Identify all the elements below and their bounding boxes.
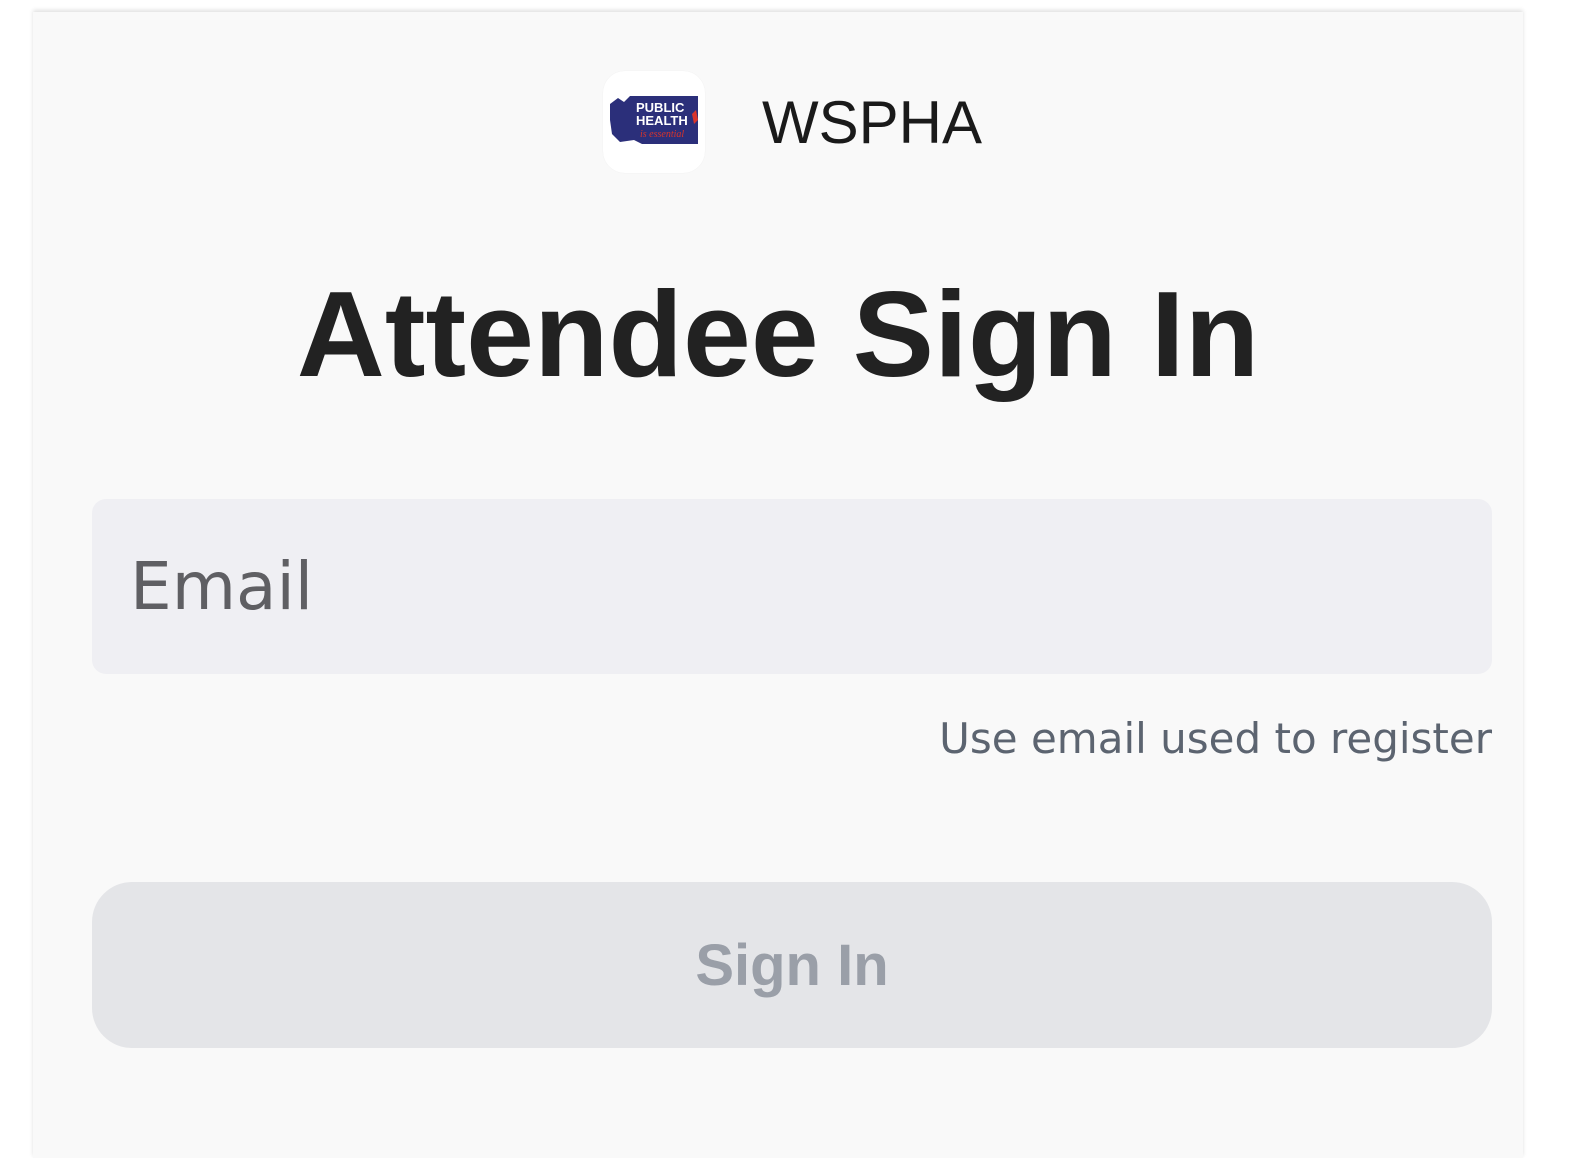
sign-in-panel: PUBLIC HEALTH is essential WSPHA Attende…: [33, 12, 1523, 1158]
svg-text:HEALTH: HEALTH: [636, 113, 688, 128]
washington-state-logo-icon: PUBLIC HEALTH is essential: [610, 96, 698, 144]
svg-text:is essential: is essential: [640, 129, 684, 140]
email-hint: Use email used to register: [939, 714, 1492, 763]
email-input[interactable]: [92, 499, 1492, 674]
org-logo: PUBLIC HEALTH is essential: [603, 71, 705, 173]
org-name: WSPHA: [762, 88, 983, 156]
page-title: Attendee Sign In: [296, 266, 1260, 402]
sign-in-button[interactable]: Sign In: [92, 882, 1492, 1048]
brand-header: PUBLIC HEALTH is essential WSPHA: [603, 70, 982, 174]
